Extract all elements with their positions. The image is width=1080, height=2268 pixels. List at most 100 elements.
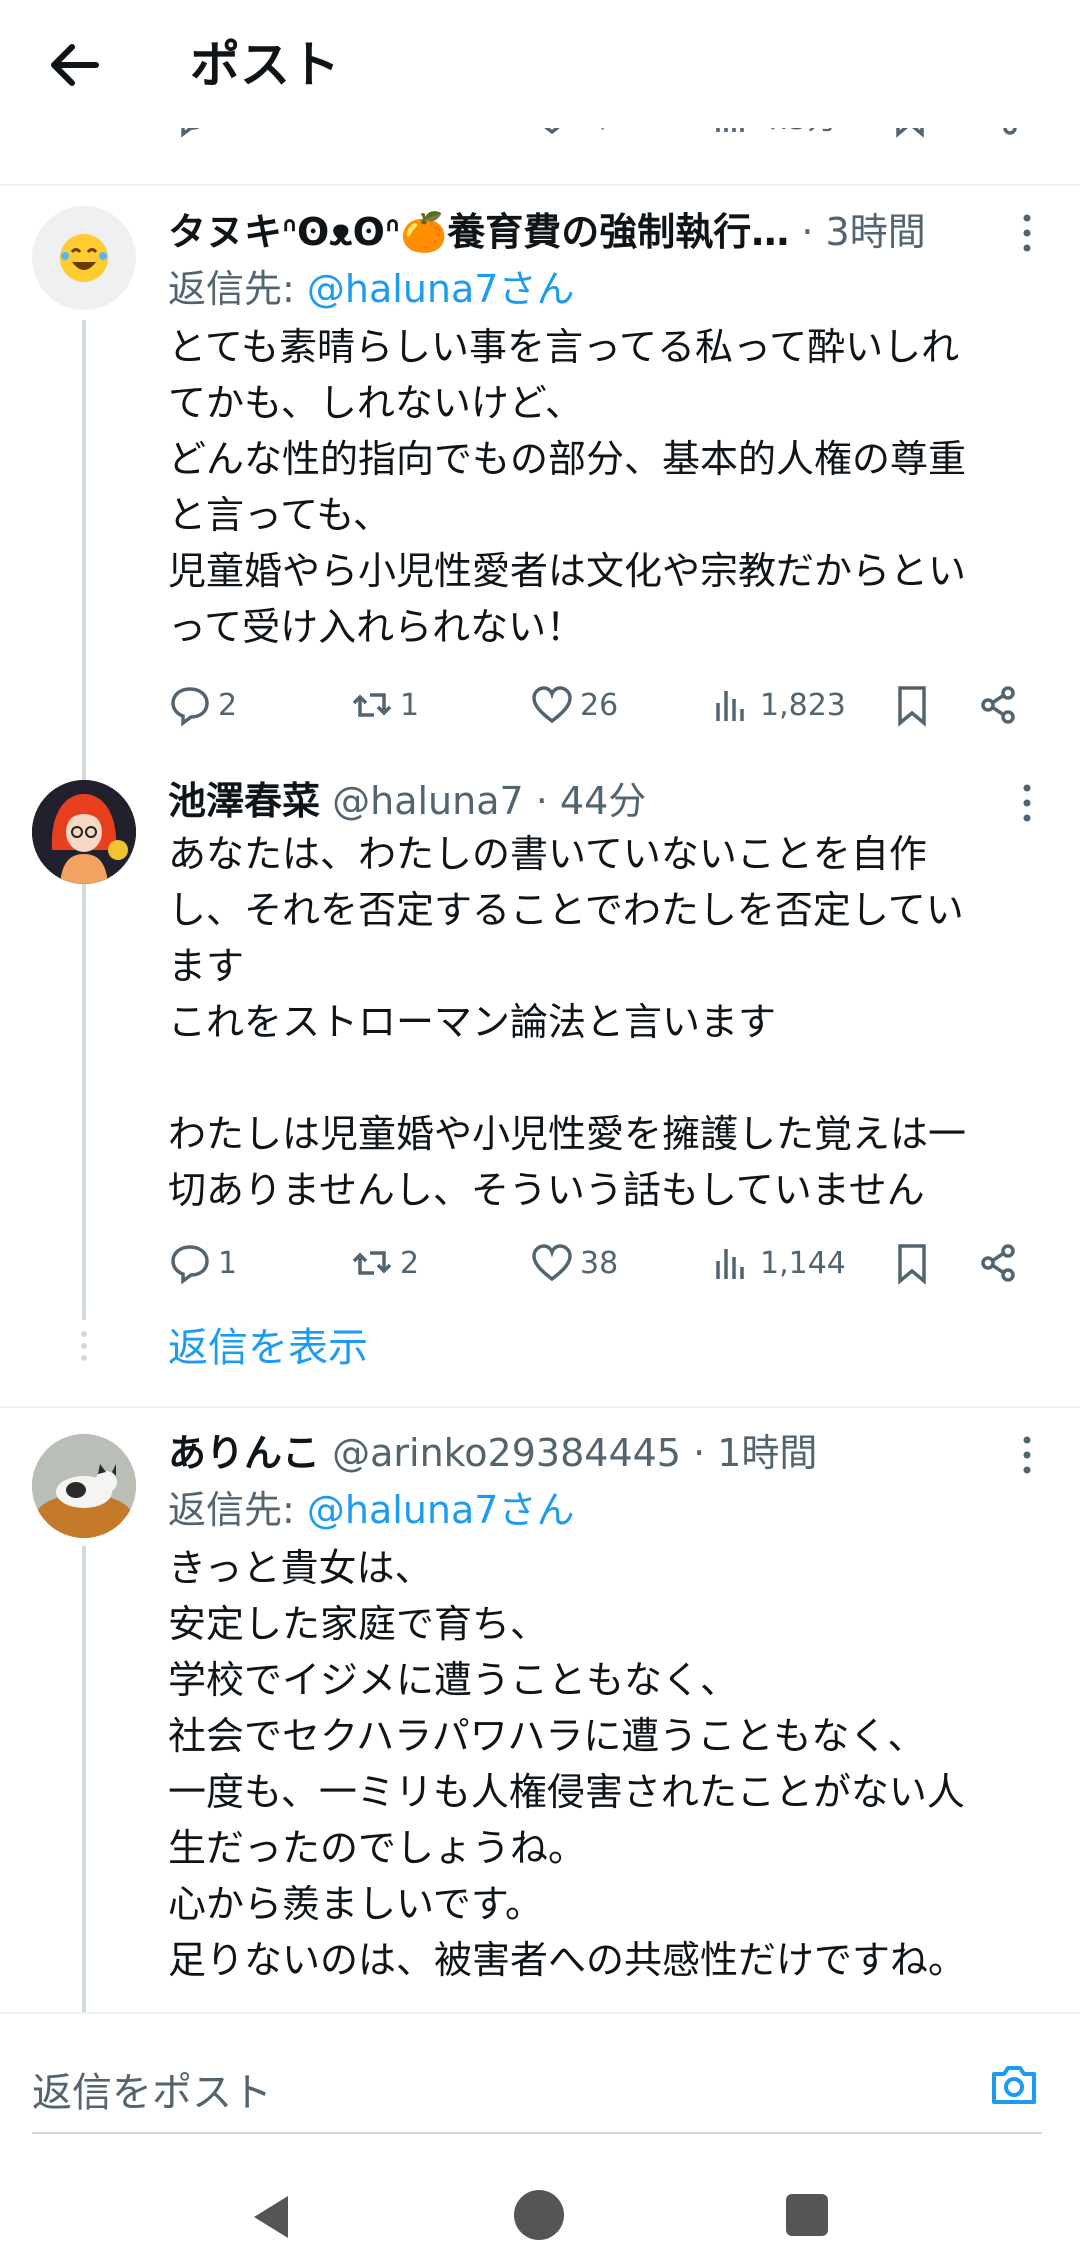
repost-icon: [352, 693, 392, 717]
text-line: ます: [168, 944, 245, 988]
reply-context: 返信先: @haluna7さん: [168, 1484, 574, 1536]
post-actions: 2 1 26 1,823: [168, 675, 1048, 735]
thread-line: [82, 1546, 86, 2012]
cat-photo-icon: [32, 1434, 136, 1538]
display-name[interactable]: 池澤春菜: [168, 779, 320, 823]
more-options-icon[interactable]: [1012, 780, 1042, 826]
views-icon: [716, 691, 744, 721]
repost-count: 2: [400, 1245, 420, 1281]
post-time: · 3時間: [801, 210, 926, 254]
author-line: ありんこ @arinko29384445 · 1時間: [168, 1426, 817, 1480]
reply-placeholder: 返信をポスト: [32, 2070, 272, 2116]
user-handle[interactable]: @arinko29384445: [332, 1431, 681, 1475]
text-line: 心から羨ましいです。: [168, 1882, 544, 1926]
divider: [0, 184, 1080, 186]
more-options-icon[interactable]: [1012, 210, 1042, 256]
post-time: · 44分: [535, 779, 647, 823]
repost-count: 1: [400, 687, 420, 723]
bookmark-icon: [898, 1244, 926, 1285]
display-name[interactable]: タヌキᐢʘᴥʘᐢ🍊養育費の強制執行…: [168, 210, 789, 254]
post-actions: 1 2 38 1,144: [168, 1233, 1048, 1293]
illustrated-portrait-icon: [32, 780, 136, 884]
show-replies-link[interactable]: 返信を表示: [168, 1318, 368, 1378]
text-line: 生だったのでしょうね。: [168, 1826, 587, 1870]
views-count: 1,144: [760, 1245, 846, 1281]
text-line: これをストローマン論法と言います: [168, 1000, 777, 1044]
avatar[interactable]: [32, 780, 136, 884]
text-line: あなたは、わたしの書いていないことを自作: [168, 832, 927, 876]
share-icon: [981, 1244, 1015, 1282]
views-count: 1,823: [760, 687, 846, 723]
bookmark-icon: [898, 686, 926, 727]
views-button[interactable]: 1,144: [710, 1233, 846, 1293]
text-line: って受け入れられない！: [168, 605, 585, 649]
nav-recents-icon[interactable]: [786, 2194, 828, 2236]
reply-composer: 返信をポスト: [0, 2012, 1080, 2166]
user-handle[interactable]: @haluna7: [332, 779, 524, 823]
page-title: ポスト: [190, 36, 340, 94]
text-line: し、それを否定することでわたしを否定してい: [168, 888, 964, 932]
reply-label: 返信先:: [168, 1488, 295, 1532]
nav-back-icon[interactable]: [248, 2192, 294, 2242]
share-button[interactable]: [976, 675, 1020, 735]
reply-mention-link[interactable]: @haluna7さん: [307, 267, 575, 311]
post-text: きっと貴女は、 安定した家庭で育ち、 学校でイジメに遭うこともなく、 社会でセク…: [168, 1540, 1048, 1988]
reply-button[interactable]: 1: [168, 1233, 237, 1293]
text-line: きっと貴女は、: [168, 1546, 433, 1590]
divider: [0, 1406, 1080, 1408]
heart-icon: [532, 1244, 572, 1282]
post-text: とても素晴らしい事を言ってる私って酔いしれ てかも、しれないけど、 どんな性的指…: [168, 319, 1048, 655]
avatar[interactable]: [32, 206, 136, 310]
reply-count: 2: [218, 687, 238, 723]
repost-icon: [352, 1251, 392, 1275]
text-line: てかも、しれないけど、: [168, 381, 583, 425]
system-navigation-bar: [0, 2164, 1080, 2268]
repost-button[interactable]: 2: [350, 1233, 419, 1293]
bookmark-button[interactable]: [890, 675, 934, 735]
reply-button[interactable]: 2: [168, 675, 237, 735]
more-options-icon[interactable]: [1012, 1432, 1042, 1478]
reply-label: 返信先:: [168, 267, 295, 311]
text-line: 児童婚やら小児性愛者は文化や宗教だからとい: [168, 549, 967, 593]
views-icon: [716, 1249, 744, 1279]
author-line: 池澤春菜 @haluna7 · 44分: [168, 774, 646, 828]
reply-count: 1: [218, 1245, 238, 1281]
text-line: とても素晴らしい事を言ってる私って酔いしれ: [168, 325, 960, 369]
display-name[interactable]: ありんこ: [168, 1431, 320, 1475]
text-line: わたしは児童婚や小児性愛を擁護した覚えは一: [168, 1112, 967, 1156]
post-time: · 1時間: [693, 1431, 818, 1475]
author-line: タヌキᐢʘᴥʘᐢ🍊養育費の強制執行… · 3時間: [168, 205, 926, 259]
text-line: どんな性的指向でもの部分、基本的人権の尊重: [168, 437, 967, 481]
thread-dots-icon: [81, 1331, 87, 1361]
like-button[interactable]: 26: [530, 675, 618, 735]
bookmark-button[interactable]: [890, 1233, 934, 1293]
reply-mention-link[interactable]: @haluna7さん: [307, 1488, 575, 1532]
like-count: 38: [580, 1245, 619, 1281]
reply-input[interactable]: 返信をポスト: [32, 2042, 1042, 2134]
like-button[interactable]: 38: [530, 1233, 618, 1293]
laughing-emoji-icon: [60, 234, 108, 282]
text-line: 一度も、一ミリも人権侵害されたことがない人: [168, 1770, 965, 1814]
reply-icon: [171, 687, 209, 727]
repost-button[interactable]: 1: [350, 675, 419, 735]
share-icon: [981, 686, 1015, 724]
reply-context: 返信先: @haluna7さん: [168, 263, 574, 315]
share-button[interactable]: [976, 1233, 1020, 1293]
like-count: 26: [580, 687, 619, 723]
views-button[interactable]: 1,823: [710, 675, 846, 735]
text-line: 学校でイジメに遭うこともなく、: [168, 1658, 739, 1702]
text-line: と言っても、: [168, 493, 392, 537]
text-line: 足りないのは、被害者への共感性だけですね。: [168, 1938, 967, 1982]
top-app-bar: ポスト: [0, 0, 1080, 128]
camera-icon[interactable]: [986, 2056, 1042, 2112]
back-arrow-icon[interactable]: [40, 30, 110, 100]
heart-icon: [532, 686, 572, 724]
text-line: 安定した家庭で育ち、: [168, 1602, 549, 1646]
text-line: 切ありませんし、そういう話もしていません: [168, 1168, 925, 1212]
text-line: 社会でセクハラパワハラに遭うこともなく、: [168, 1714, 926, 1758]
post-text: あなたは、わたしの書いていないことを自作 し、それを否定することでわたしを否定し…: [168, 826, 1048, 1218]
nav-home-icon[interactable]: [514, 2190, 564, 2240]
reply-icon: [171, 1245, 209, 1285]
avatar[interactable]: [32, 1434, 136, 1538]
